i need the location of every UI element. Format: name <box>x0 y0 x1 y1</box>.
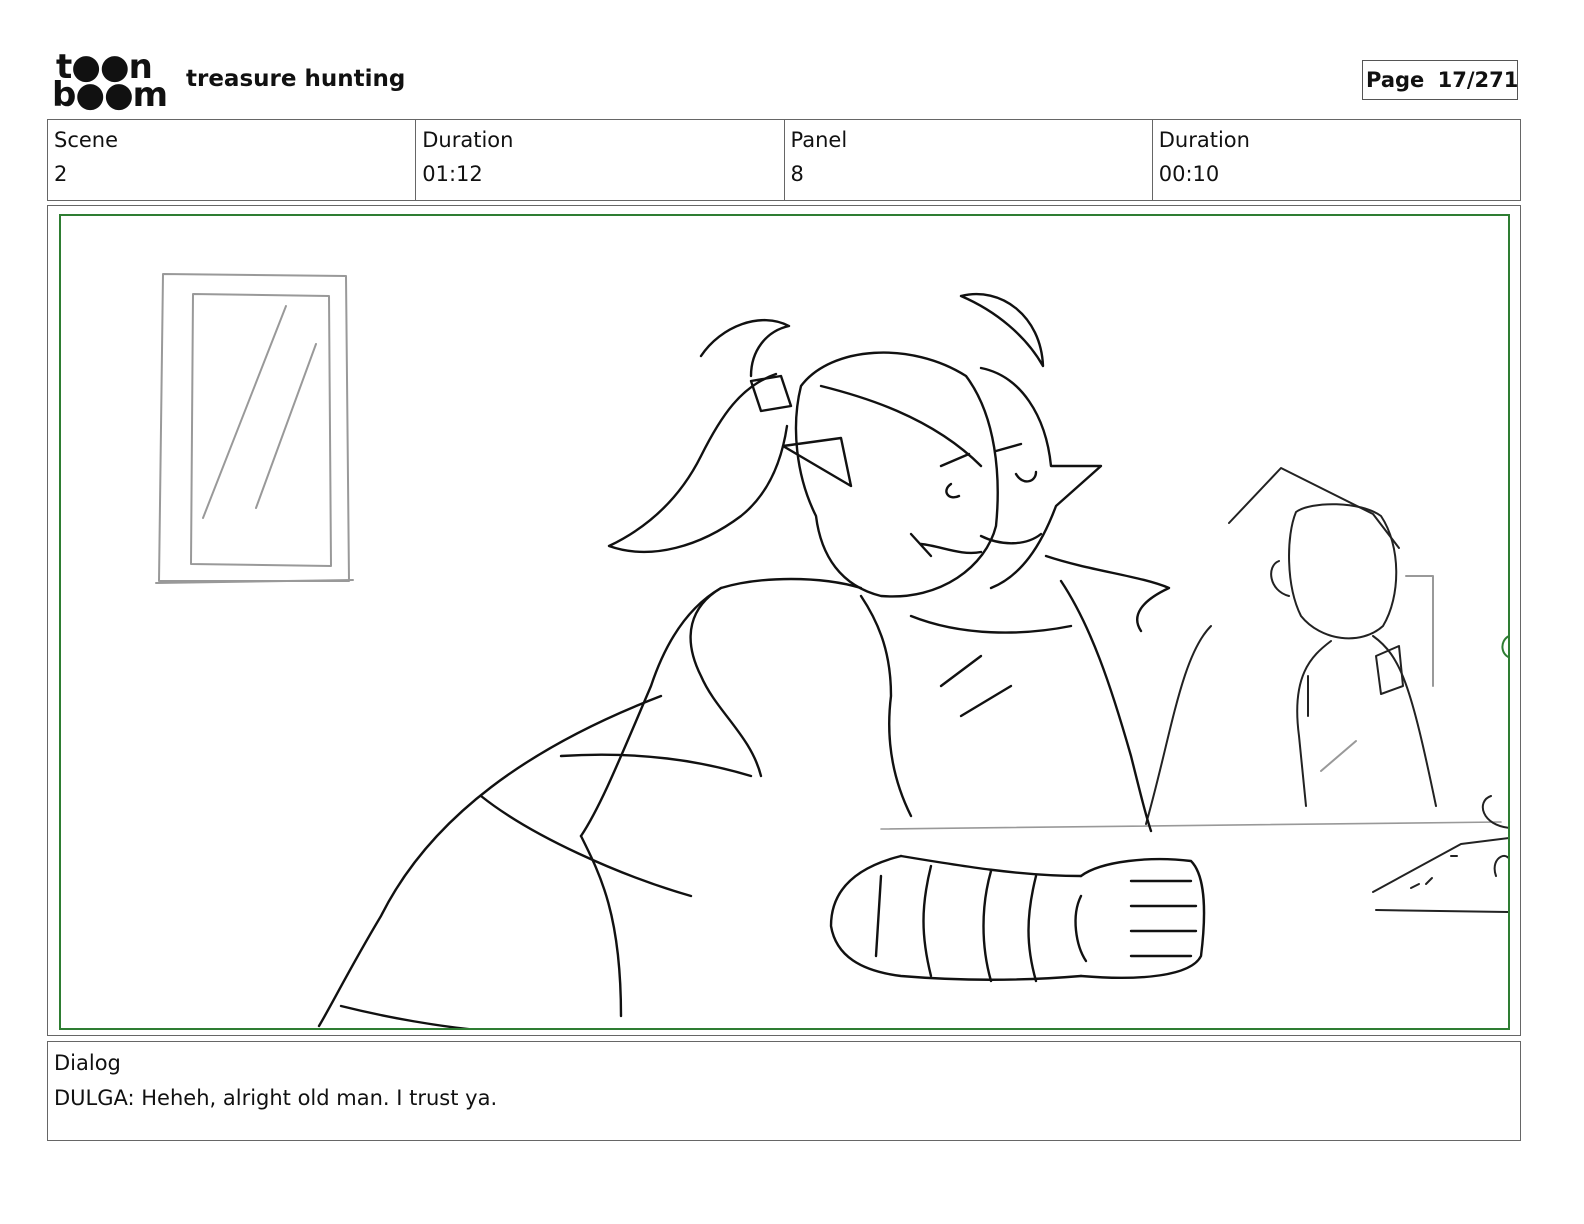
panel-duration-cell: Duration 00:10 <box>1153 120 1520 200</box>
scene-duration-label: Duration <box>422 128 514 152</box>
dialog-box: Dialog DULGA: Heheh, alright old man. I … <box>47 1041 1521 1141</box>
page-number: 17/271 <box>1437 68 1519 92</box>
dialog-label: Dialog <box>54 1051 121 1075</box>
panel-value: 8 <box>790 162 804 186</box>
panel-duration-value: 00:10 <box>1158 162 1220 186</box>
storyboard-panel-frame <box>47 205 1521 1036</box>
project-title: treasure hunting <box>186 66 406 92</box>
panel-duration-label: Duration <box>1158 128 1250 152</box>
map-sketch <box>1372 635 1508 913</box>
scene-label: Scene <box>54 128 119 152</box>
panel-label: Panel <box>790 128 848 152</box>
panel-cell: Panel 8 <box>785 120 1153 200</box>
logo-line-bottom: b●●m <box>52 75 168 115</box>
window-sketch <box>155 273 354 584</box>
scene-cell: Scene 2 <box>48 120 417 200</box>
scene-duration-cell: Duration 01:12 <box>416 120 785 200</box>
toonboom-logo: t●●n b●●m <box>52 50 168 115</box>
scene-duration-value: 01:12 <box>422 162 483 186</box>
panel-safe-area <box>59 214 1510 1030</box>
table-edge-sketch <box>880 821 1502 830</box>
scene-value: 2 <box>54 162 68 186</box>
panel-info-table: Scene 2 Duration 01:12 Panel 8 Duration … <box>47 119 1521 201</box>
dialog-text: DULGA: Heheh, alright old man. I trust y… <box>54 1086 498 1110</box>
page-label: Page <box>1366 68 1425 92</box>
background-character-sketch <box>1145 467 1437 825</box>
main-characters-sketch <box>317 293 1206 1028</box>
page-indicator: Page 17/271 <box>1362 60 1518 100</box>
panel-sketch <box>155 273 1508 1028</box>
